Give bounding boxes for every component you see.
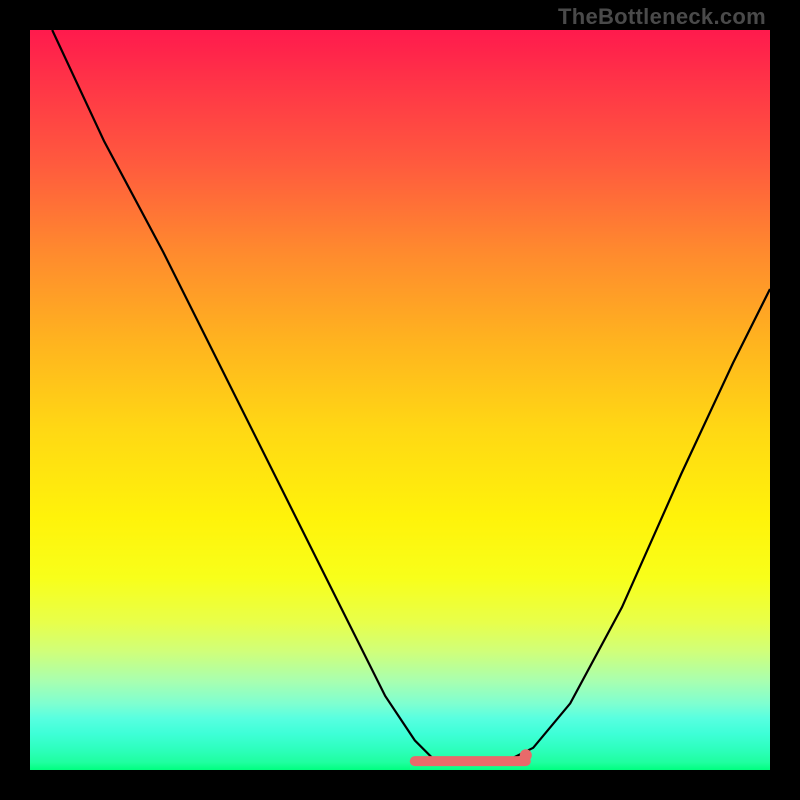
- curve-line: [52, 30, 770, 763]
- curve-marker-right: [520, 749, 532, 761]
- watermark-text: TheBottleneck.com: [558, 4, 766, 30]
- bottleneck-curve: [30, 30, 770, 770]
- chart-frame: TheBottleneck.com: [0, 0, 800, 800]
- plot-area: [30, 30, 770, 770]
